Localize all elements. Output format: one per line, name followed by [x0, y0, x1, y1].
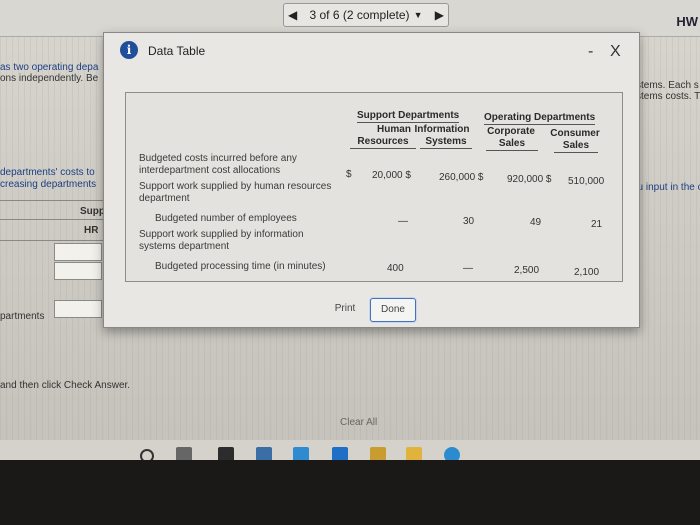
answer-field-1[interactable] — [54, 243, 102, 261]
done-button[interactable]: Done — [370, 298, 416, 322]
dark-bezel — [0, 460, 700, 525]
progress-dropdown[interactable]: 3 of 6 (2 complete) ▼ — [310, 8, 423, 22]
bg-divider-2 — [0, 219, 104, 220]
col-header-is-2: Systems — [420, 136, 472, 149]
chevron-down-icon: ▼ — [413, 10, 423, 20]
bg-left-line4: creasing departments — [0, 179, 97, 190]
row1-label-line1: Budgeted costs incurred before any — [139, 153, 297, 164]
row5-is: — — [463, 263, 473, 274]
bg-hr-label: HR — [84, 225, 99, 236]
row3-hr: — — [398, 216, 408, 227]
bg-right-line4: .) — [632, 193, 700, 205]
row1-is: 260,000 $ — [439, 172, 484, 183]
row5-label: Budgeted processing time (in minutes) — [155, 261, 326, 272]
question-navigator[interactable]: ◀ 3 of 6 (2 complete) ▼ ▶ — [283, 3, 449, 27]
bg-divider — [0, 200, 104, 201]
bg-instruction: and then click Check Answer. — [0, 380, 131, 391]
minimize-button[interactable]: - — [588, 44, 593, 60]
col-header-hr-2: Resources — [350, 136, 416, 149]
answer-field-2[interactable] — [54, 262, 102, 280]
info-icon: i — [120, 41, 138, 59]
row5-corp: 2,500 — [514, 265, 540, 276]
row5-cons: 2,100 — [574, 267, 600, 278]
col-header-corp-2: Sales — [486, 138, 538, 151]
left-triangle-icon[interactable]: ◀ — [288, 8, 297, 22]
bg-left-line3: departments' costs to — [0, 167, 95, 178]
row5-hr: 400 — [387, 263, 404, 274]
group-header-support: Support Departments — [357, 110, 460, 123]
row1-label-line2: interdepartment cost allocations — [139, 165, 281, 176]
data-table-dialog: i Data Table - X Support Departments Ope… — [103, 32, 640, 328]
row4-label-line2: systems department — [139, 241, 230, 252]
bg-divider-3 — [0, 240, 104, 241]
row1-hr: 20,000 $ — [372, 170, 411, 181]
hw-label: HW — [676, 14, 698, 29]
clear-all-button[interactable]: Clear All — [340, 417, 377, 429]
right-triangle-icon[interactable]: ▶ — [435, 8, 444, 22]
row3-label: Budgeted number of employees — [155, 213, 297, 224]
print-button[interactable]: Print — [324, 298, 366, 320]
row1-corp: 920,000 $ — [507, 174, 552, 185]
close-button[interactable]: X — [610, 44, 621, 60]
dialog-title: Data Table — [148, 44, 206, 58]
col-header-cons-1: Consumer — [550, 128, 600, 139]
bg-supp-label: Supp — [80, 206, 105, 217]
col-header-cons-2: Sales — [554, 140, 598, 153]
bg-right-line2: stems costs. T — [636, 91, 700, 102]
row3-corp: 49 — [530, 217, 542, 228]
progress-label: 3 of 6 (2 complete) — [309, 8, 410, 22]
answer-field-3[interactable] — [54, 300, 102, 318]
col-header-is-1: Information — [414, 124, 470, 135]
row4-label-line1: Support work supplied by information — [139, 229, 304, 240]
bg-departments-label: partments — [0, 311, 45, 322]
bg-left-line2: ons independently. Be — [0, 73, 99, 84]
row2-label-line2: department — [139, 193, 190, 204]
row3-cons: 21 — [591, 219, 603, 230]
row1-cons: 510,000 — [568, 176, 605, 187]
row1-dollar: $ — [346, 169, 352, 180]
col-header-corp-1: Corporate — [487, 126, 535, 137]
group-header-operating: Operating Departments — [484, 112, 596, 125]
row3-is: 30 — [463, 216, 475, 227]
row2-label-line1: Support work supplied by human resources — [139, 181, 332, 192]
data-table: Support Departments Operating Department… — [125, 92, 623, 282]
